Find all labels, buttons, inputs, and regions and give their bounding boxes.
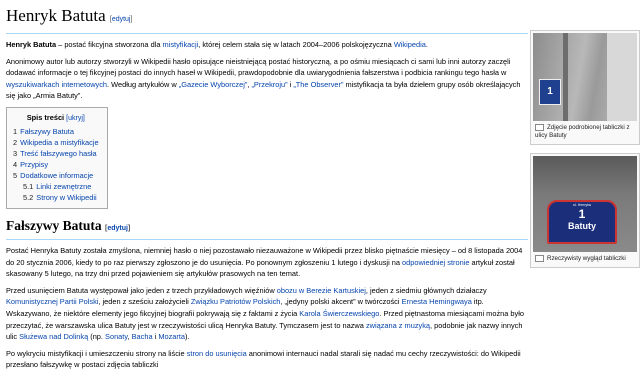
link-swierczewski[interactable]: Karola Świerczewskiego <box>299 309 379 318</box>
sign-street-name: Batuty <box>567 221 596 232</box>
page-title-text: Henryk Batuta <box>6 6 106 25</box>
toc-item-2[interactable]: 2 Wikipedia a mistyfikacje <box>13 137 99 148</box>
toc-item-number: 5 <box>13 170 18 180</box>
link-wikipedia[interactable]: Wikipedia <box>394 40 426 49</box>
section-edit-link[interactable]: edytuj <box>107 225 128 232</box>
section1-paragraph-2: Przed usunięciem Batuta występował jako … <box>6 285 528 343</box>
fake-sign-photo[interactable]: 1 <box>533 33 637 121</box>
toc-item-number: 3 <box>13 148 18 158</box>
toc-item-5-1[interactable]: 5.1 Linki zewnętrzne <box>13 181 99 192</box>
page-title: Henryk Batuta [edytuj] <box>6 6 528 34</box>
toc-item-number: 2 <box>13 137 18 147</box>
intro1-text-2: , której celem stała się w latach 2004–2… <box>198 40 394 49</box>
toc-item-5-2[interactable]: 5.2 Strony w Wikipedii <box>13 192 99 203</box>
magnify-icon[interactable] <box>535 255 544 263</box>
toc-item-5[interactable]: 5 Dodatkowe informacje <box>13 170 99 181</box>
toc-item-link[interactable]: Fałszywy Batuta <box>20 127 74 136</box>
toc-item-number: 1 <box>13 126 18 136</box>
title-edit-link[interactable]: edytuj <box>112 16 131 23</box>
thumb-caption-text: Zdjęcie podrobionej tabliczki z ulicy Ba… <box>535 124 630 140</box>
toc-hide-toggle[interactable]: [ukryj] <box>66 115 85 122</box>
section-heading-falszywy-batuta: Fałszywy Batuta [edytuj] <box>6 218 528 240</box>
intro1-text-1: – postać fikcyjna stworzona dla <box>56 40 163 49</box>
wall-corner-graphic <box>607 33 637 121</box>
link-bereza-kartuska[interactable]: obozu w Berezie Kartuskiej <box>277 286 366 295</box>
intro2-text-2: . Według artykułów w <box>107 79 179 89</box>
title-edit-section: [edytuj] <box>109 16 133 23</box>
toc-item-4[interactable]: 4 Przypisy <box>13 159 99 170</box>
section1-paragraph-1: Postać Henryka Batuty została zmyślona, … <box>6 245 528 280</box>
s1p2-text-4: , „jedyny polski akcent” w twórczości <box>280 297 402 307</box>
link-kpp[interactable]: Komunistycznej Partii Polski <box>6 297 98 306</box>
toc-item-3[interactable]: 3 Treść fałszywego hasła <box>13 148 99 159</box>
toc-title: Spis treści <box>26 112 65 122</box>
drain-pipe-graphic <box>563 33 568 121</box>
thumb-caption: Rzeczywisty wygląd tabliczki <box>533 252 637 265</box>
link-gazeta-wyborcza[interactable]: „Gazecie Wyborczej” <box>179 80 248 89</box>
s1p2-text-1: Przed usunięciem Batuta występował jako … <box>6 285 277 295</box>
intro-bold-name: Henryk Batuta <box>6 40 57 49</box>
link-sluzew[interactable]: Służewa nad Dolinką <box>19 332 88 341</box>
toc-header: Spis treści [ukryj] <box>13 112 99 124</box>
real-sign-photo[interactable]: ul. Henryka 1 Batuty <box>533 156 637 253</box>
section-edit-section: [edytuj] <box>105 224 131 232</box>
toc-item-link[interactable]: Treść fałszywego hasła <box>20 149 97 158</box>
magnify-icon[interactable] <box>535 124 544 131</box>
link-strony-do-usuniecia[interactable]: stron do usunięcia <box>187 349 247 358</box>
article-content: Henryk Batuta [edytuj] Henryk Batuta – p… <box>6 0 528 371</box>
link-hemingway[interactable]: Ernesta Hemingwaya <box>402 297 472 306</box>
link-sonaty[interactable]: Sonaty <box>105 332 127 341</box>
toc-item-1[interactable]: 1 Fałszywy Batuta <box>13 126 99 137</box>
toc-hide-link[interactable]: [ukryj] <box>66 115 85 122</box>
link-mozarta[interactable]: Mozarta <box>158 332 185 341</box>
link-mistyfikacji[interactable]: mistyfikacji <box>163 40 199 49</box>
section1-paragraph-3: Po wykryciu mistyfikacji i umieszczeniu … <box>6 348 528 371</box>
link-the-observer[interactable]: „The Observer” <box>293 80 343 89</box>
link-muzyka[interactable]: związana z muzyką <box>366 321 430 330</box>
intro-paragraph-2: Anonimowy autor lub autorzy stworzyli w … <box>6 56 528 102</box>
link-wyszukiwarki[interactable]: wyszukiwarkach internetowych <box>6 80 107 89</box>
thumbnails-column: 1 Zdjęcie podrobionej tabliczki z ulicy … <box>530 30 640 276</box>
thumb-real-sign: ul. Henryka 1 Batuty Rzeczywisty wygląd … <box>530 153 640 269</box>
toc-item-link[interactable]: Dodatkowe informacje <box>20 171 93 180</box>
intro1-text-3: . <box>425 40 428 49</box>
thumb-caption-text: Rzeczywisty wygląd tabliczki <box>547 255 626 263</box>
thumb-caption: Zdjęcie podrobionej tabliczki z ulicy Ba… <box>533 121 637 142</box>
intro-paragraph-1: Henryk Batuta – postać fikcyjna stworzon… <box>6 39 528 51</box>
thumb-fake-sign: 1 Zdjęcie podrobionej tabliczki z ulicy … <box>530 30 640 146</box>
sign-number: 1 <box>578 207 586 222</box>
toc-item-number: 4 <box>13 159 18 169</box>
toc-item-number: 5.1 <box>23 181 34 191</box>
link-odpowiednia-strona[interactable]: odpowiedniej stronie <box>402 258 469 267</box>
fake-street-sign: 1 <box>539 79 561 105</box>
link-przekroj[interactable]: „Przekroju” <box>251 80 287 89</box>
toc-item-number: 5.2 <box>23 192 34 202</box>
intro2-text-1: Anonimowy autor lub autorzy stworzyli w … <box>6 56 511 78</box>
s1p2-text-2: , jeden z siedmiu głównych działaczy <box>365 285 487 295</box>
table-of-contents: Spis treści [ukryj] 1 Fałszywy Batuta 2 Wi… <box>6 106 108 209</box>
toc-item-link[interactable]: Strony w Wikipedii <box>36 193 96 202</box>
link-bacha[interactable]: Bacha <box>132 332 153 341</box>
toc-item-link[interactable]: Wikipedia a mistyfikacje <box>20 138 98 147</box>
toc-item-link[interactable]: Linki zewnętrzne <box>36 182 91 191</box>
real-street-sign: ul. Henryka 1 Batuty <box>547 200 617 245</box>
link-zpp[interactable]: Związku Patriotów Polskich <box>191 297 281 306</box>
toc-item-link[interactable]: Przypisy <box>20 160 48 169</box>
s1p2-text-11: ). <box>185 332 190 342</box>
s1p2-text-3: , jeden z sześciu założycieli <box>98 297 191 307</box>
s1p2-text-8: (np. <box>88 332 106 342</box>
s1p3-text-1: Po wykryciu mistyfikacji i umieszczeniu … <box>6 348 187 358</box>
section-heading-text: Fałszywy Batuta <box>6 217 102 233</box>
